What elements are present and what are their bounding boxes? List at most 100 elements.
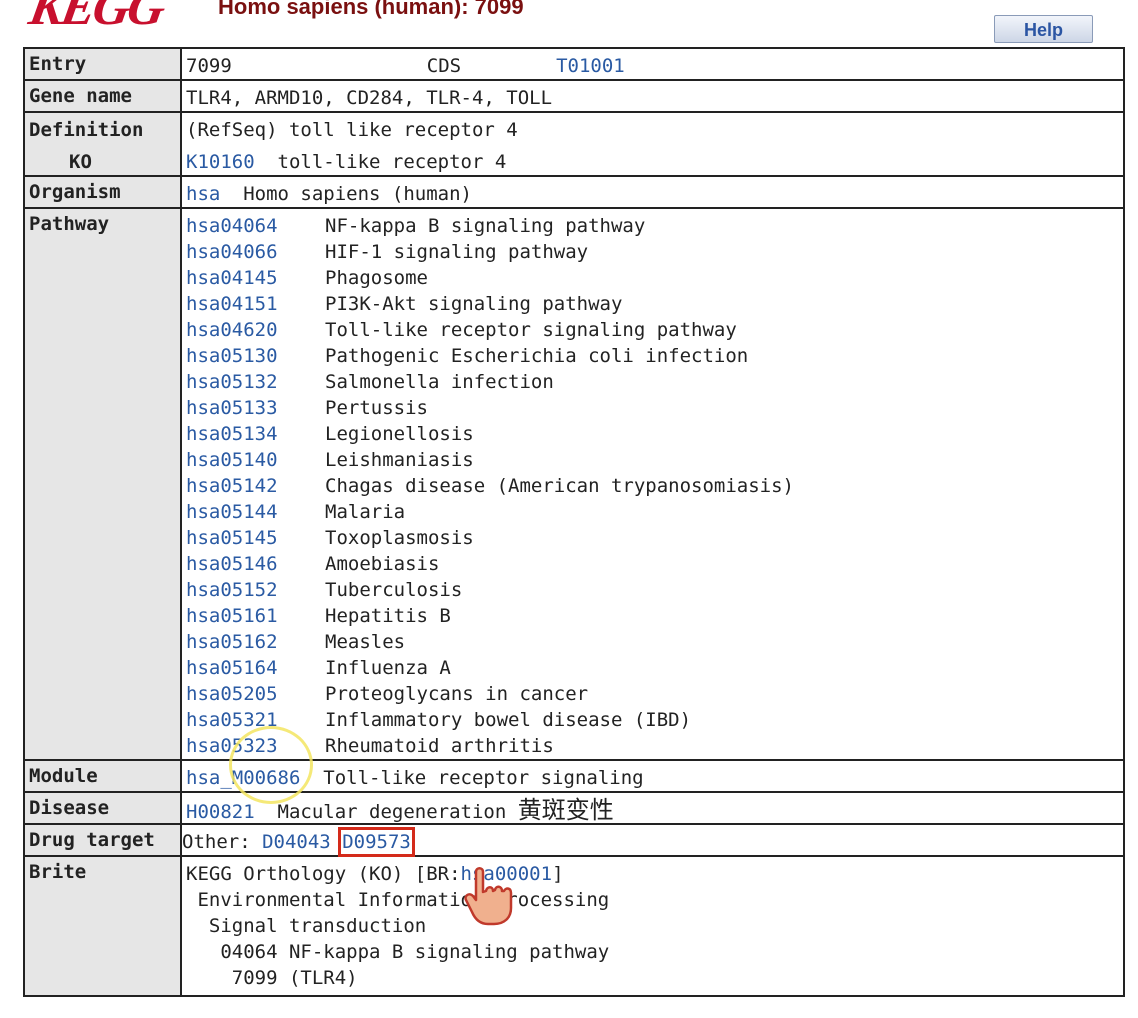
page-header: KEGG Homo sapiens (human): 7099 Help — [0, 0, 1138, 44]
pathway-item: hsa04064 NF-kappa B signaling pathway — [186, 213, 1123, 239]
pathway-item: hsa05133 Pertussis — [186, 395, 1123, 421]
pathway-item: hsa05134 Legionellosis — [186, 421, 1123, 447]
pathway-name: Influenza A — [325, 657, 451, 679]
row-module: Module hsa_M00686 Toll-like receptor sig… — [23, 759, 1125, 793]
label-organism: Organism — [23, 175, 182, 209]
pathway-link[interactable]: hsa05146 — [186, 551, 325, 577]
pathway-link[interactable]: hsa05140 — [186, 447, 325, 473]
drug-target-prefix: Other: — [182, 831, 251, 853]
pathway-name: Pathogenic Escherichia coli infection — [325, 345, 749, 367]
label-disease: Disease — [23, 791, 182, 825]
pathway-link[interactable]: hsa05152 — [186, 577, 325, 603]
genome-link[interactable]: T01001 — [556, 55, 625, 77]
pathway-item: hsa05162 Measles — [186, 629, 1123, 655]
pathway-name: Malaria — [325, 501, 406, 523]
row-entry: Entry 7099 CDS T01001 — [23, 47, 1125, 81]
organism-link[interactable]: hsa — [186, 183, 220, 205]
pathway-name: Phagosome — [325, 267, 428, 289]
label-gene-name: Gene name — [23, 79, 182, 113]
row-brite: Brite KEGG Orthology (KO) [BR:hsa00001] … — [23, 855, 1125, 997]
pathway-link[interactable]: hsa05132 — [186, 369, 325, 395]
pathway-link[interactable]: hsa04066 — [186, 239, 325, 265]
pathway-link[interactable]: hsa05142 — [186, 473, 325, 499]
row-organism: Organism hsa Homo sapiens (human) — [23, 175, 1125, 209]
pathway-link[interactable]: hsa05130 — [186, 343, 325, 369]
pathway-link[interactable]: hsa05162 — [186, 629, 325, 655]
pathway-link[interactable]: hsa05161 — [186, 603, 325, 629]
row-definition: Definition KO (RefSeq) toll like recepto… — [23, 111, 1125, 177]
pathway-name: Legionellosis — [325, 423, 474, 445]
label-pathway: Pathway — [23, 207, 182, 761]
organism-name: Homo sapiens (human) — [243, 183, 472, 205]
pathway-link[interactable]: hsa04145 — [186, 265, 325, 291]
pathway-name: HIF-1 signaling pathway — [325, 241, 589, 263]
pathway-name: Tuberculosis — [325, 579, 463, 601]
disease-link[interactable]: H00821 — [186, 801, 255, 823]
pathway-link[interactable]: hsa05133 — [186, 395, 325, 421]
pathway-item: hsa05161 Hepatitis B — [186, 603, 1123, 629]
pathway-name: Chagas disease (American trypanosomiasis… — [325, 475, 794, 497]
label-drug-target: Drug target — [23, 823, 182, 857]
pathway-item: hsa05164 Influenza A — [186, 655, 1123, 681]
pathway-name: Rheumatoid arthritis — [325, 735, 554, 757]
pathway-link[interactable]: hsa05145 — [186, 525, 325, 551]
ko-link[interactable]: K10160 — [186, 151, 255, 173]
pathway-name: PI3K-Akt signaling pathway — [325, 293, 623, 315]
gene-name-value: TLR4, ARMD10, CD284, TLR-4, TOLL — [186, 87, 553, 109]
pathway-name: Measles — [325, 631, 406, 653]
pathway-name: Pertussis — [325, 397, 428, 419]
brite-line: 7099 (TLR4) — [186, 967, 358, 989]
label-definition: Definition — [29, 119, 144, 141]
row-gene-name: Gene name TLR4, ARMD10, CD284, TLR-4, TO… — [23, 79, 1125, 113]
label-entry: Entry — [23, 47, 182, 81]
pathway-item: hsa05145 Toxoplasmosis — [186, 525, 1123, 551]
pathway-item: hsa05146 Amoebiasis — [186, 551, 1123, 577]
pathway-link[interactable]: hsa04151 — [186, 291, 325, 317]
pathway-name: Toxoplasmosis — [325, 527, 474, 549]
pathway-name: Inflammatory bowel disease (IBD) — [325, 709, 692, 731]
brite-prefix: KEGG Orthology (KO) [BR: — [186, 863, 461, 885]
ko-desc: toll-like receptor 4 — [277, 151, 507, 173]
drug-link-d04043[interactable]: D04043 — [262, 831, 331, 853]
pathway-item: hsa04620 Toll-like receptor signaling pat… — [186, 317, 1123, 343]
pathway-link[interactable]: hsa05323 — [186, 733, 325, 759]
pathway-item: hsa05321 Inflammatory bowel disease (IBD) — [186, 707, 1123, 733]
pathway-item: hsa04145 Phagosome — [186, 265, 1123, 291]
brite-line: Environmental Information Processing — [186, 889, 610, 911]
pathway-name: Amoebiasis — [325, 553, 440, 575]
pathway-item: hsa05142 Chagas disease (American trypano… — [186, 473, 1123, 499]
row-disease: Disease H00821 Macular degeneration 黄斑变性 — [23, 791, 1125, 825]
pathway-item: hsa05132 Salmonella infection — [186, 369, 1123, 395]
pathway-link[interactable]: hsa05144 — [186, 499, 325, 525]
brite-line: Signal transduction — [186, 915, 427, 937]
module-link[interactable]: hsa_M00686 — [186, 767, 300, 789]
pathway-link[interactable]: hsa05164 — [186, 655, 325, 681]
pathway-name: Leishmaniasis — [325, 449, 474, 471]
entry-type: CDS — [426, 55, 462, 77]
brite-link[interactable]: hsa00001 — [461, 863, 553, 885]
pathway-item: hsa05130 Pathogenic Escherichia coli infe… — [186, 343, 1123, 369]
page-title: Homo sapiens (human): 7099 — [218, 0, 524, 19]
pathway-link[interactable]: hsa05321 — [186, 707, 325, 733]
entry-id: 7099 — [186, 55, 232, 77]
pathway-link[interactable]: hsa04064 — [186, 213, 325, 239]
pathway-link[interactable]: hsa05205 — [186, 681, 325, 707]
pathway-name: Toll-like receptor signaling pathway — [325, 319, 737, 341]
brite-line: 04064 NF-kappa B signaling pathway — [186, 941, 610, 963]
pathway-name: Hepatitis B — [325, 605, 451, 627]
pathway-item: hsa05140 Leishmaniasis — [186, 447, 1123, 473]
pathway-list: hsa04064 NF-kappa B signaling pathway hsa0… — [180, 207, 1125, 761]
label-module: Module — [23, 759, 182, 793]
pathway-name: Salmonella infection — [325, 371, 554, 393]
pathway-item: hsa05205 Proteoglycans in cancer — [186, 681, 1123, 707]
disease-note: 黄斑变性 — [517, 796, 614, 824]
drug-link-d09573[interactable]: D09573 — [338, 827, 415, 857]
pathway-link[interactable]: hsa05134 — [186, 421, 325, 447]
row-drug-target: Drug target Other: D04043 D09573 — [23, 823, 1125, 857]
pathway-link[interactable]: hsa04620 — [186, 317, 325, 343]
pathway-item: hsa05152 Tuberculosis — [186, 577, 1123, 603]
disease-name: Macular degeneration — [277, 801, 507, 823]
help-button[interactable]: Help — [994, 15, 1093, 43]
pathway-name: Proteoglycans in cancer — [325, 683, 589, 705]
kegg-logo[interactable]: KEGG — [25, 0, 168, 37]
